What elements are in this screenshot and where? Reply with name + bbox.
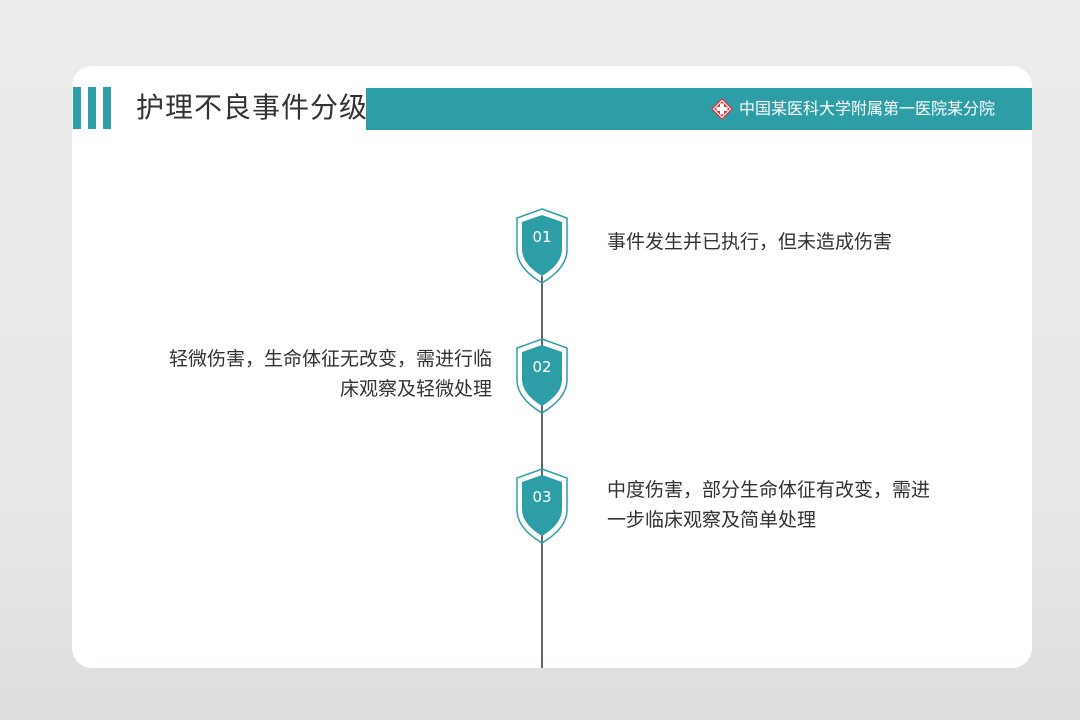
slide-card: 护理不良事件分级 中国某医科大学附属第一医院某分院 01 事件发生并已执行，但未… bbox=[72, 66, 1032, 668]
step-02-line: 轻微伤害，生命体征无改变，需进行临 bbox=[168, 348, 492, 370]
step-03-line: 中度伤害，部分生命体征有改变，需进 bbox=[607, 479, 931, 501]
accent-bar bbox=[88, 87, 96, 129]
step-number: 02 bbox=[532, 358, 552, 376]
step-03-line: 一步临床观察及简单处理 bbox=[607, 509, 817, 531]
hospital-cross-icon bbox=[710, 97, 734, 121]
hospital-name: 中国某医科大学附属第一医院某分院 bbox=[739, 99, 996, 118]
accent-bar bbox=[73, 87, 81, 129]
page-title: 护理不良事件分级 bbox=[136, 91, 369, 124]
step-03-shield-icon: 03 bbox=[516, 468, 568, 544]
step-01-shield-icon: 01 bbox=[516, 208, 568, 284]
step-02-description: 轻微伤害，生命体征无改变，需进行临 床观察及轻微处理 bbox=[132, 344, 492, 404]
step-02-line: 床观察及轻微处理 bbox=[339, 378, 492, 400]
step-02-shield-icon: 02 bbox=[516, 338, 568, 414]
step-01-description: 事件发生并已执行，但未造成伤害 bbox=[607, 231, 893, 253]
step-number: 03 bbox=[532, 488, 552, 506]
title-accent-bars bbox=[72, 87, 132, 129]
step-03-description: 中度伤害，部分生命体征有改变，需进 一步临床观察及简单处理 bbox=[607, 475, 967, 535]
header-band: 中国某医科大学附属第一医院某分院 bbox=[366, 88, 1032, 130]
accent-bar bbox=[103, 87, 111, 129]
step-number: 01 bbox=[532, 228, 552, 246]
